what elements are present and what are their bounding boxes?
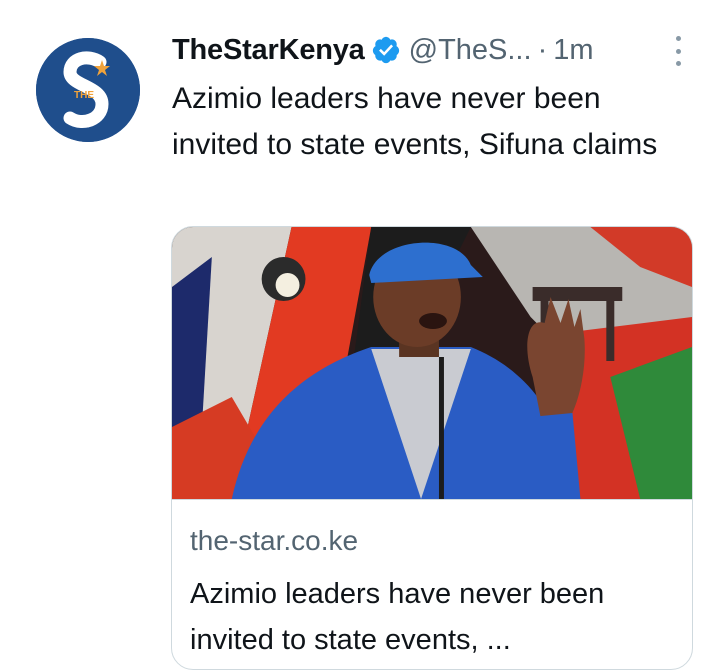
display-name[interactable]: TheStarKenya — [172, 34, 365, 67]
verified-badge-icon — [372, 36, 399, 64]
card-domain[interactable]: the-star.co.ke — [190, 525, 358, 557]
author-handle[interactable]: @TheS... — [409, 34, 532, 67]
separator-dot: · — [537, 33, 548, 66]
link-card[interactable]: the-star.co.ke Azimio leaders have never… — [171, 226, 693, 670]
tweet[interactable]: THE TheStarKenya @TheS... · 1m Azimio le… — [0, 0, 720, 672]
star-logo-icon: THE — [36, 38, 140, 142]
card-image[interactable] — [172, 227, 692, 500]
avatar[interactable]: THE — [36, 38, 140, 142]
tweet-text: Azimio leaders have never been invited t… — [172, 82, 658, 161]
more-options-icon[interactable] — [666, 36, 690, 66]
tweet-header: TheStarKenya @TheS... · 1m — [172, 28, 690, 72]
timestamp[interactable]: 1m — [553, 34, 593, 67]
card-title[interactable]: Azimio leaders have never been invited t… — [190, 571, 670, 663]
avatar-text: THE — [74, 90, 94, 101]
